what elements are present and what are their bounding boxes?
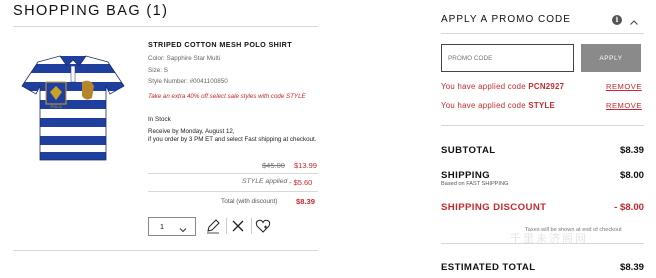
delivery-estimate: Receive by Monday, August 12, if you ord… xyxy=(148,128,323,143)
receive-by-text: Receive by Monday, August 12, xyxy=(148,128,235,135)
promo-section-title[interactable]: APPLY A PROMO CODE xyxy=(441,14,571,25)
page-title: SHOPPING BAG (1) xyxy=(13,3,169,19)
apply-promo-button[interactable]: APPLY xyxy=(581,44,641,72)
product-size: Size: S xyxy=(148,67,168,74)
quantity-value: 1 xyxy=(160,222,164,231)
promo-message: Take an extra 40% off select sale styles… xyxy=(148,93,306,100)
shipping-value: $8.00 xyxy=(619,170,644,181)
info-icon[interactable]: i xyxy=(612,15,622,25)
tax-note: Taxes will be shown at end of checkout xyxy=(525,227,622,233)
style-applied-label: STYLE applied xyxy=(242,178,288,185)
sale-price: $13.99 xyxy=(294,161,317,170)
applied-code-message: You have applied code PCN2927 xyxy=(441,82,564,91)
title-divider xyxy=(13,26,318,27)
icon-divider xyxy=(226,218,227,234)
promo-code-input[interactable] xyxy=(441,44,574,72)
summary-bottom-divider xyxy=(441,243,644,244)
stock-status: In Stock xyxy=(148,116,171,123)
remove-promo-link[interactable]: REMOVE xyxy=(606,82,642,91)
style-discount: - $5.60 xyxy=(289,178,313,187)
summary-top-divider xyxy=(441,125,644,126)
original-price: $45.00 xyxy=(262,161,285,170)
chevron-up-icon[interactable] xyxy=(629,15,639,33)
product-name[interactable]: STRIPED COTTON MESH POLO SHIRT xyxy=(148,40,292,49)
remove-promo-link[interactable]: REMOVE xyxy=(606,101,642,110)
product-color: Color: Sapphire Star Multi xyxy=(148,55,221,62)
product-image[interactable]: POLO xyxy=(20,52,126,164)
item-total-label: Total (with discount) xyxy=(221,198,278,205)
product-logo-text: POLO xyxy=(50,104,61,109)
quantity-select[interactable] xyxy=(148,217,196,236)
applied-code: STYLE xyxy=(528,101,556,110)
icon-divider xyxy=(251,218,252,234)
chevron-down-icon[interactable] xyxy=(179,221,187,239)
shipping-label: SHIPPING xyxy=(441,170,491,181)
shipping-cutoff-text: if you order by 3 PM ET and select Fast … xyxy=(148,135,317,143)
shipping-discount-value: - $8.00 xyxy=(614,202,644,213)
wishlist-heart-icon[interactable] xyxy=(255,218,271,234)
estimated-total-label: ESTIMATED TOTAL xyxy=(441,262,536,273)
applied-prefix: You have applied code xyxy=(441,101,529,110)
item-bottom-divider xyxy=(13,250,318,251)
item-total-value: $8.39 xyxy=(296,197,316,206)
subtotal-label: SUBTOTAL xyxy=(441,145,496,156)
estimated-total-value: $8.39 xyxy=(619,262,644,273)
product-style-number: Style Number: #0041100850 xyxy=(148,78,228,85)
applied-code: PCN2927 xyxy=(528,82,565,91)
applied-prefix: You have applied code xyxy=(441,82,529,91)
subtotal-value: $8.39 xyxy=(619,145,644,156)
price-divider xyxy=(148,173,318,174)
discount-divider xyxy=(148,191,318,192)
applied-code-message: You have applied code STYLE xyxy=(441,101,555,110)
shipping-discount-label: SHIPPING DISCOUNT xyxy=(441,202,547,213)
close-icon[interactable] xyxy=(230,218,246,234)
promo-divider xyxy=(441,33,644,34)
edit-pencil-icon[interactable] xyxy=(205,218,221,234)
shipping-method-note: Based on FAST SHIPPING xyxy=(441,181,509,187)
